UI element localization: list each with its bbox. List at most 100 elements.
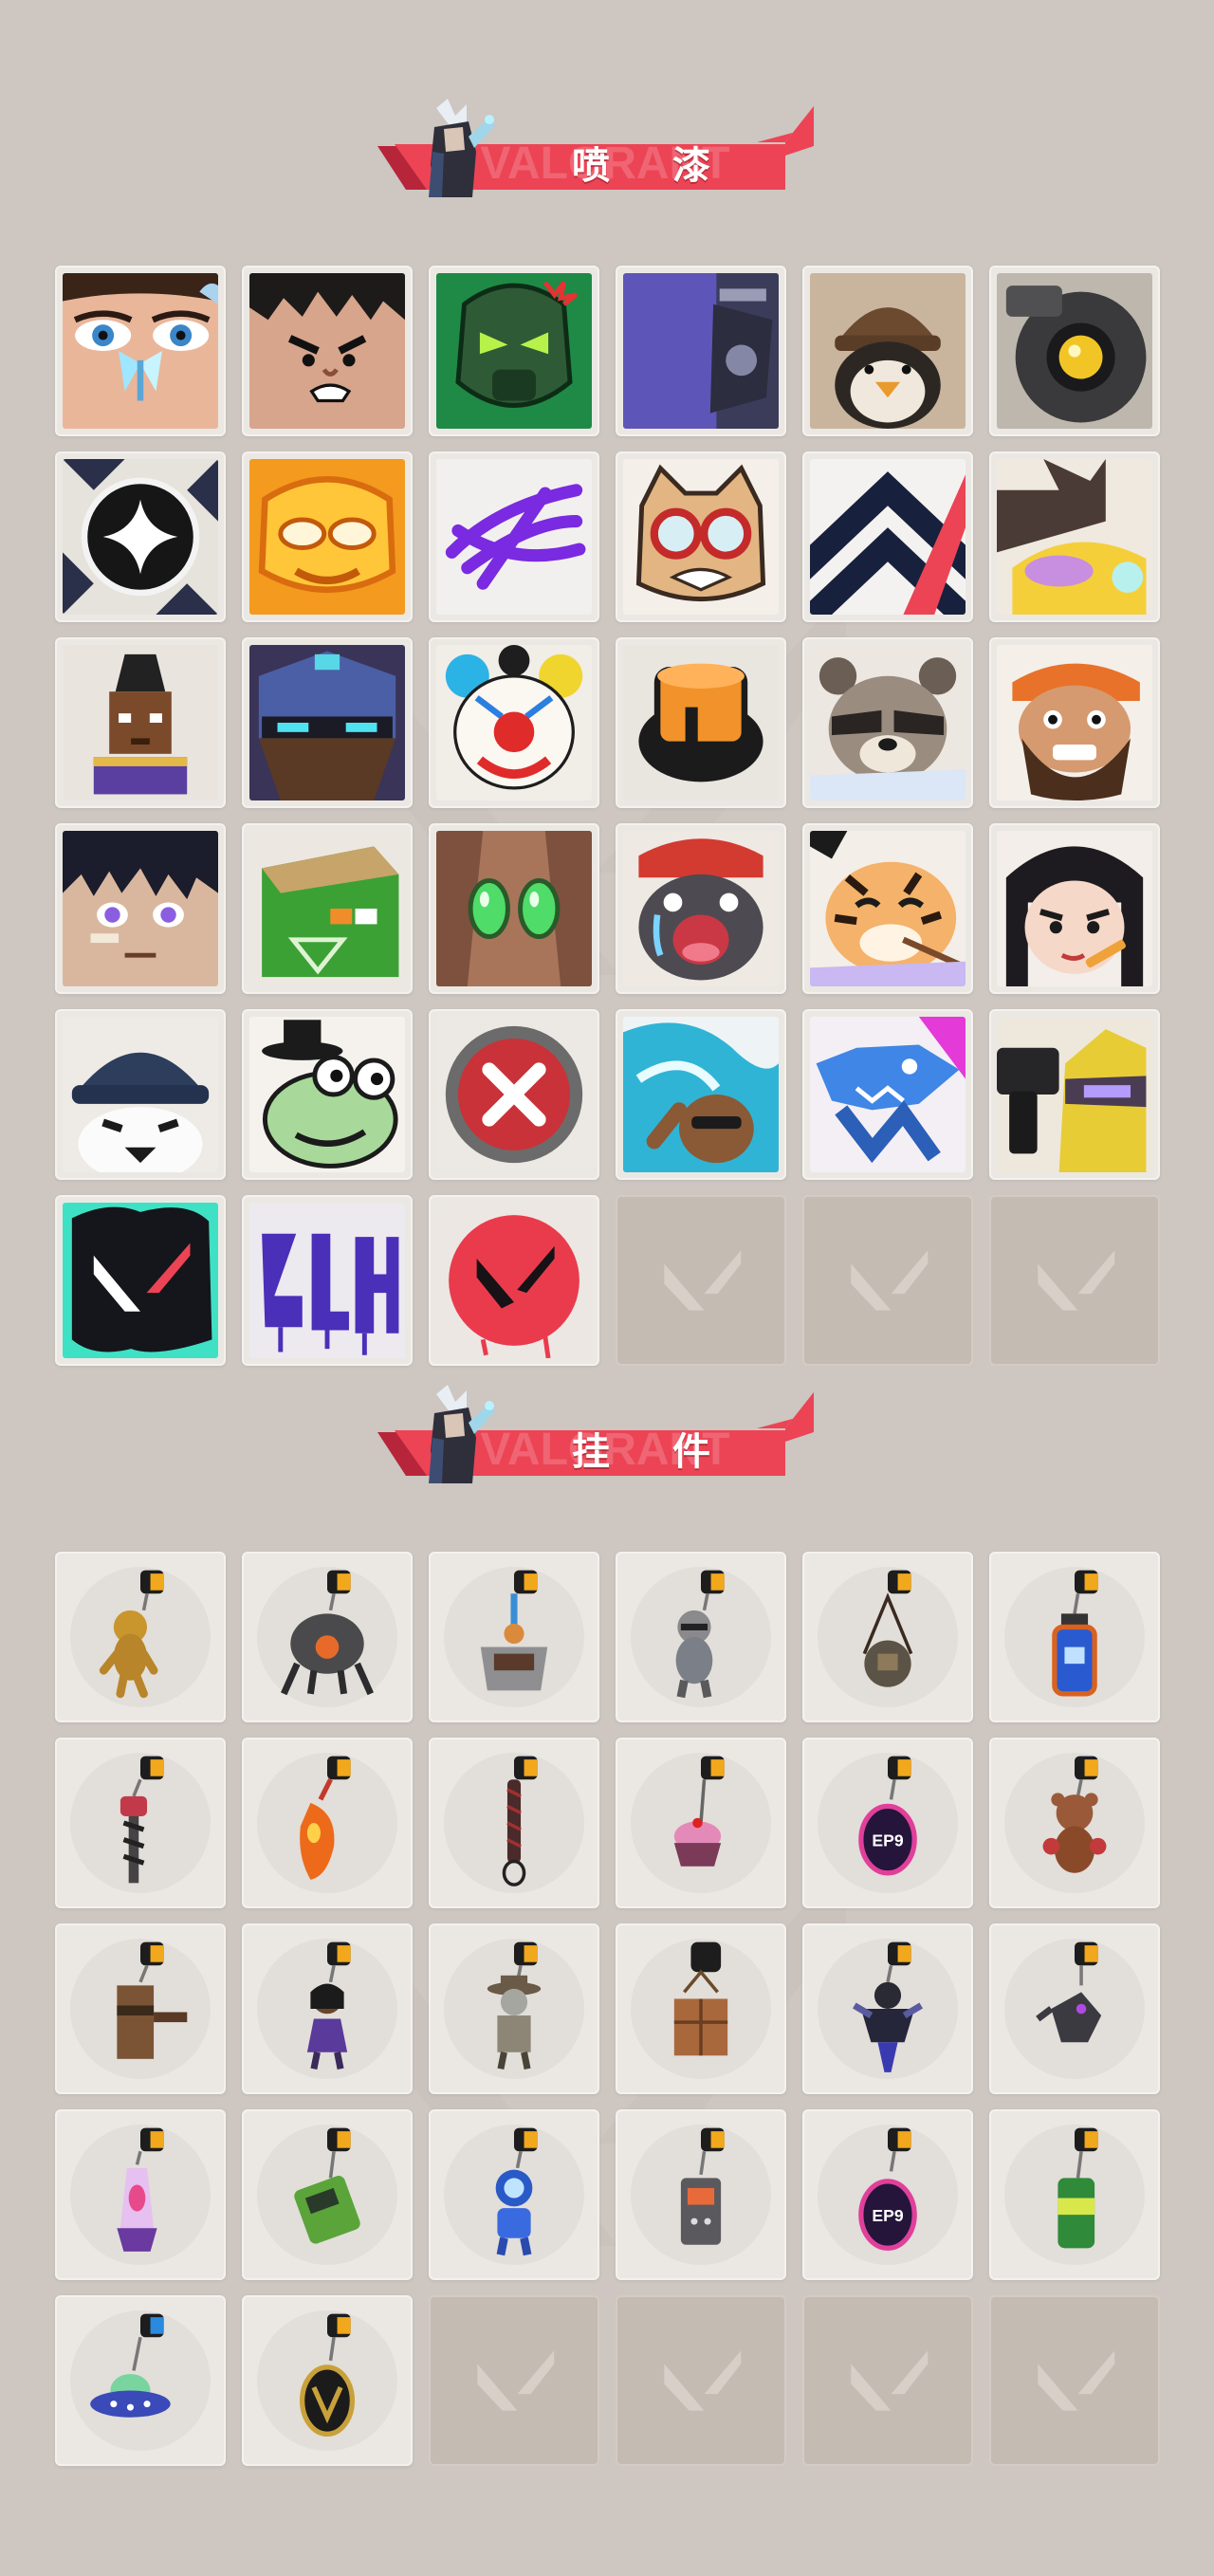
lava-lamp-charm-icon (117, 2127, 164, 2252)
tiger-spray-icon (810, 831, 966, 986)
spray-tile[interactable] (55, 637, 226, 808)
penguin-spray-icon (63, 1017, 218, 1172)
orange-mask-spray-icon (249, 459, 405, 615)
green-crate-spray-icon (249, 831, 405, 986)
graffiti-tag-spray-icon (249, 1203, 405, 1358)
spray-tile[interactable] (429, 451, 599, 622)
valorant-v-placeholder-icon (851, 2350, 929, 2411)
spray-tile[interactable] (802, 266, 973, 436)
charm-tile[interactable] (802, 1923, 973, 2094)
spray-tile[interactable] (55, 451, 226, 622)
valorant-v-placeholder-icon (477, 2350, 555, 2411)
charm-tile[interactable] (989, 1738, 1160, 1908)
charm-tile[interactable] (802, 1552, 973, 1722)
agent-figure-charm-icon (306, 1941, 351, 2070)
spray-tile[interactable] (616, 1009, 786, 1180)
spray-tile[interactable] (55, 1195, 226, 1366)
empty-slot (989, 1195, 1160, 1366)
spray-tile[interactable] (616, 637, 786, 808)
spray-tile[interactable] (802, 637, 973, 808)
empty-slot (616, 2295, 786, 2466)
charm-tile[interactable] (429, 1738, 599, 1908)
spray-tile[interactable] (242, 266, 413, 436)
charm-tile[interactable] (429, 1552, 599, 1722)
spray-tile[interactable] (616, 823, 786, 994)
pistol-agent-spray-icon (997, 1017, 1152, 1172)
charm-tile[interactable] (616, 1552, 786, 1722)
spray-tile[interactable] (989, 451, 1160, 622)
charm-tile[interactable] (989, 1552, 1160, 1722)
green-can-charm-icon (1058, 2127, 1098, 2249)
braided-cord-charm-icon (502, 1756, 538, 1886)
anime-boy-spray-icon (63, 831, 218, 986)
charm-tile[interactable] (616, 1923, 786, 2094)
charm-tile[interactable] (242, 2109, 413, 2280)
spray-tile[interactable] (989, 1009, 1160, 1180)
spray-tile[interactable] (242, 1195, 413, 1366)
charm-tile[interactable] (429, 1923, 599, 2094)
spray-tile[interactable] (616, 451, 786, 622)
charm-tile[interactable] (242, 1923, 413, 2094)
charm-tile[interactable] (616, 1738, 786, 1908)
charm-tile[interactable] (242, 1552, 413, 1722)
spray-tile[interactable] (802, 823, 973, 994)
pixel-agent-spray-icon (63, 645, 218, 800)
spray-tile[interactable] (802, 1009, 973, 1180)
spray-tile[interactable] (242, 1009, 413, 1180)
chainsaw-charm-icon (120, 1756, 164, 1884)
spray-tile[interactable] (55, 823, 226, 994)
spray-tile[interactable] (989, 823, 1160, 994)
charm-tile[interactable]: EP9 (802, 2109, 973, 2280)
shark-spray-icon (810, 1017, 966, 1172)
clown-spray-icon (436, 645, 592, 800)
spray-tile[interactable] (55, 266, 226, 436)
spray-tile[interactable] (55, 1009, 226, 1180)
x-button-spray-icon (436, 1017, 592, 1172)
empty-slot (616, 1195, 786, 1366)
charm-tile[interactable] (55, 2295, 226, 2466)
spray-tile[interactable] (989, 266, 1160, 436)
charm-tile[interactable] (55, 1738, 226, 1908)
valorant-v-placeholder-icon (664, 1250, 742, 1311)
spray-tile[interactable] (616, 266, 786, 436)
ep9-medal-charm-icon: EP9 (858, 1756, 917, 1876)
spray-tile[interactable] (242, 823, 413, 994)
hawk-charm-icon (1036, 1941, 1102, 2043)
spray-tile[interactable] (429, 823, 599, 994)
charm-tile[interactable] (242, 2295, 413, 2466)
chili-pepper-charm-icon (300, 1756, 351, 1880)
charm-tile[interactable] (429, 2109, 599, 2280)
purple-scribble-spray-icon (436, 459, 592, 615)
teal-v-logo-spray-icon (63, 1203, 218, 1358)
charm-tile[interactable] (55, 2109, 226, 2280)
spray-tile[interactable] (242, 637, 413, 808)
empty-slot (802, 1195, 973, 1366)
charm-tile[interactable] (989, 2109, 1160, 2280)
charm-tile[interactable]: EP9 (802, 1738, 973, 1908)
valorant-v-placeholder-icon (1038, 1250, 1115, 1311)
charms-section-header: VALORANT 挂 件 (377, 1385, 814, 1491)
green-pager-charm-icon (294, 2127, 360, 2244)
spray-tile[interactable] (429, 1195, 599, 1366)
spray-tile[interactable] (429, 637, 599, 808)
pencil-girl-spray-icon (997, 831, 1152, 986)
spray-tile[interactable] (429, 266, 599, 436)
raccoon-spray-icon (810, 645, 966, 800)
charm-tile[interactable] (989, 1923, 1160, 2094)
dreamy-cat-spray-icon (997, 459, 1152, 615)
v-medallion-charm-icon (299, 2313, 356, 2437)
spray-tile[interactable] (802, 451, 973, 622)
spray-tile[interactable] (989, 637, 1160, 808)
raccoon-figure-charm-icon (675, 1570, 725, 1699)
charm-tile[interactable] (242, 1738, 413, 1908)
charm-tile[interactable] (55, 1552, 226, 1722)
spray-tile[interactable] (429, 1009, 599, 1180)
charm-tile[interactable] (55, 1923, 226, 2094)
valorant-v-placeholder-icon (851, 1250, 929, 1311)
sprays-section-header: VALORANT 喷 漆 (377, 99, 814, 205)
wooden-turret-charm-icon (117, 1941, 188, 2059)
goggles-cat-spray-icon (623, 459, 779, 615)
round-pouch-charm-icon (862, 1570, 913, 1687)
spray-tile[interactable] (242, 451, 413, 622)
charm-tile[interactable] (616, 2109, 786, 2280)
